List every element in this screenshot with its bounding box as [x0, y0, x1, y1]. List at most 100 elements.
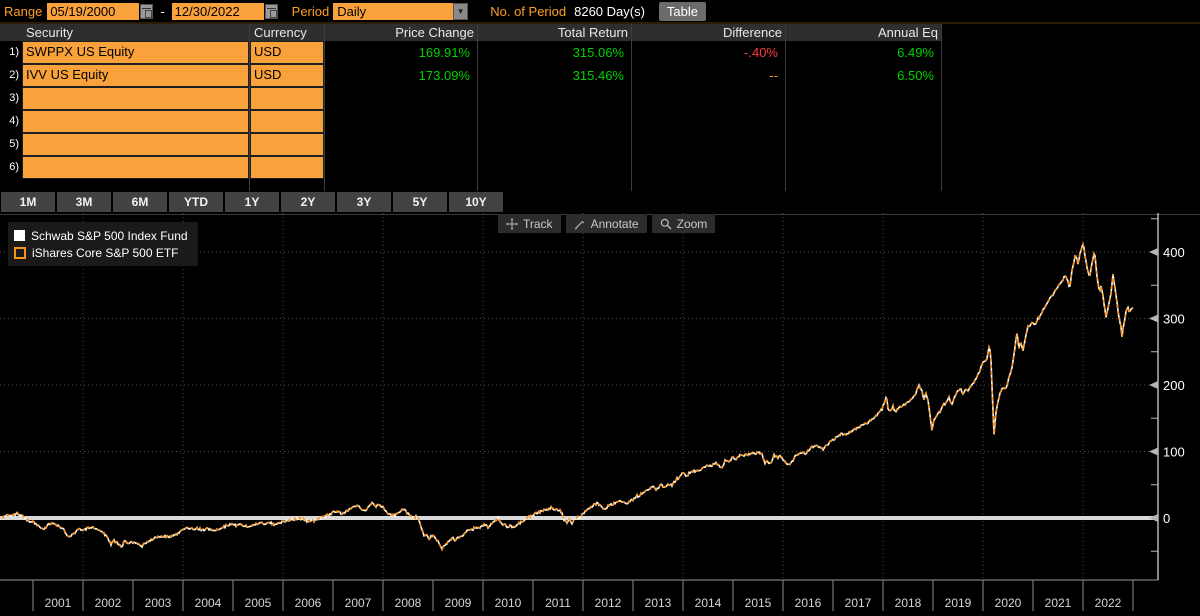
- row-number: 2): [9, 69, 19, 81]
- security-cell[interactable]: IVV US Equity: [22, 64, 249, 87]
- svg-text:0: 0: [1163, 511, 1170, 526]
- range-separator: -: [160, 3, 165, 19]
- svg-text:2010: 2010: [495, 596, 522, 610]
- num-period-value: 8260 Day(s): [574, 3, 645, 19]
- return-chart[interactable]: 0 100 200 300 400 2001 2002 2003 2004 2005 2006 200…: [0, 213, 1200, 616]
- svg-text:2019: 2019: [945, 596, 972, 610]
- legend-item-ishares[interactable]: iShares Core S&P 500 ETF: [14, 244, 188, 261]
- security-cell[interactable]: [22, 87, 249, 110]
- zoom-magnifier-icon: [660, 218, 672, 229]
- tab-ytd[interactable]: YTD: [169, 192, 223, 212]
- col-header-security: Security: [26, 25, 73, 40]
- difference-value: -.40%: [744, 45, 778, 60]
- total-return-value: 315.46%: [572, 68, 624, 83]
- svg-text:2012: 2012: [595, 596, 622, 610]
- security-cell[interactable]: [22, 110, 249, 133]
- security-table: Security Currency Price Change Total Ret…: [0, 24, 1200, 215]
- currency-cell[interactable]: USD: [250, 64, 324, 87]
- row-number: 4): [9, 115, 19, 127]
- tab-3m[interactable]: 3M: [57, 192, 111, 212]
- svg-text:200: 200: [1163, 378, 1185, 393]
- row-number: 5): [9, 138, 19, 150]
- annual-eq-value: 6.49%: [897, 45, 934, 60]
- svg-text:2015: 2015: [745, 596, 772, 610]
- svg-text:2001: 2001: [45, 596, 72, 610]
- svg-text:2004: 2004: [195, 596, 222, 610]
- bloomberg-comp-screen: Range 05/19/2000 - 12/30/2022 Period Dai…: [0, 0, 1200, 616]
- table-button[interactable]: Table: [658, 1, 706, 21]
- range-label: Range: [4, 3, 43, 19]
- orange-dashed-swatch: [14, 246, 26, 259]
- row-number: 6): [9, 161, 19, 173]
- chart-toolbar: Track Annotate Zoom: [498, 214, 720, 233]
- tab-1m[interactable]: 1M: [1, 192, 55, 212]
- svg-text:2017: 2017: [845, 596, 872, 610]
- currency-cell[interactable]: [250, 156, 324, 179]
- svg-text:2005: 2005: [245, 596, 272, 610]
- tab-3y[interactable]: 3Y: [337, 192, 391, 212]
- track-crosshair-icon: [506, 217, 518, 230]
- svg-text:2013: 2013: [645, 596, 672, 610]
- calendar-icon[interactable]: [264, 3, 278, 19]
- annual-eq-value: 6.50%: [897, 68, 934, 83]
- track-label: Track: [523, 216, 553, 231]
- legend-label: Schwab S&P 500 Index Fund: [31, 228, 188, 243]
- svg-text:2014: 2014: [695, 596, 722, 610]
- zoom-label: Zoom: [676, 216, 708, 231]
- zoom-button[interactable]: Zoom: [651, 214, 716, 233]
- white-line-swatch: [14, 230, 25, 241]
- legend-item-schwab[interactable]: Schwab S&P 500 Index Fund: [14, 227, 188, 244]
- legend-label: iShares Core S&P 500 ETF: [32, 245, 179, 260]
- chart-legend: Schwab S&P 500 Index Fund iShares Core S…: [8, 222, 198, 266]
- security-cell[interactable]: SWPPX US Equity: [22, 41, 249, 64]
- col-header-difference: Difference: [722, 25, 782, 40]
- currency-cell[interactable]: [250, 87, 324, 110]
- tab-6m[interactable]: 6M: [113, 192, 167, 212]
- col-header-currency: Currency: [254, 25, 307, 40]
- row-number: 1): [9, 46, 19, 58]
- svg-text:2022: 2022: [1095, 596, 1122, 610]
- price-change-value: 173.09%: [418, 68, 470, 83]
- chevron-down-icon[interactable]: ▼: [453, 2, 469, 20]
- tab-1y[interactable]: 1Y: [225, 192, 279, 212]
- currency-cell[interactable]: [250, 110, 324, 133]
- svg-text:2002: 2002: [95, 596, 122, 610]
- row-number: 3): [9, 92, 19, 104]
- column-divider: [941, 24, 942, 191]
- range-start-input[interactable]: 05/19/2000: [47, 2, 140, 20]
- calendar-icon[interactable]: [140, 3, 154, 19]
- currency-cell[interactable]: [250, 133, 324, 156]
- svg-text:400: 400: [1163, 245, 1185, 260]
- svg-text:2021: 2021: [1045, 596, 1072, 610]
- annotate-label: Annotate: [590, 216, 639, 231]
- svg-text:2011: 2011: [545, 596, 571, 610]
- security-cell[interactable]: [22, 156, 249, 179]
- total-return-value: 315.06%: [572, 45, 624, 60]
- range-end-input[interactable]: 12/30/2022: [171, 2, 264, 20]
- annotate-button[interactable]: Annotate: [565, 214, 647, 233]
- svg-text:2003: 2003: [145, 596, 172, 610]
- period-tabs: 1M 3M 6M YTD 1Y 2Y 3Y 5Y 10Y: [1, 192, 505, 212]
- currency-cell[interactable]: USD: [250, 41, 324, 64]
- chart-area[interactable]: 0 100 200 300 400 2001 2002 2003 2004 2005 2006 200…: [0, 213, 1200, 616]
- annotate-pencil-icon: [574, 220, 584, 229]
- period-select[interactable]: Daily: [333, 2, 454, 20]
- num-period-label: No. of Period: [490, 3, 567, 19]
- svg-text:2008: 2008: [395, 596, 422, 610]
- tab-10y[interactable]: 10Y: [449, 192, 503, 212]
- track-button[interactable]: Track: [498, 214, 561, 233]
- period-label: Period: [291, 3, 330, 19]
- col-header-price-change: Price Change: [395, 25, 474, 40]
- tab-2y[interactable]: 2Y: [281, 192, 335, 212]
- svg-text:2007: 2007: [345, 596, 372, 610]
- svg-text:300: 300: [1163, 312, 1185, 327]
- svg-text:2006: 2006: [295, 596, 322, 610]
- toolbar: Range 05/19/2000 - 12/30/2022 Period Dai…: [0, 0, 1200, 24]
- difference-value: --: [769, 68, 778, 83]
- svg-text:2016: 2016: [795, 596, 822, 610]
- security-cell[interactable]: [22, 133, 249, 156]
- col-header-total-return: Total Return: [557, 25, 628, 40]
- svg-text:100: 100: [1163, 445, 1185, 460]
- tab-5y[interactable]: 5Y: [393, 192, 447, 212]
- svg-text:2009: 2009: [445, 596, 472, 610]
